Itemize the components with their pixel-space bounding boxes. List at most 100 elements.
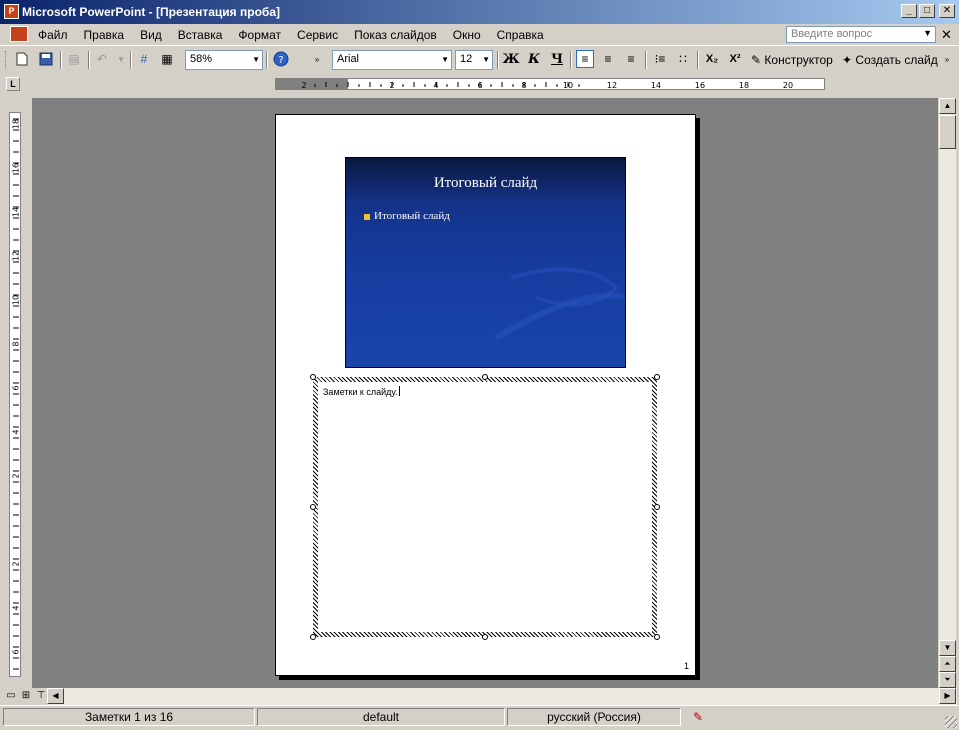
new-file-icon[interactable] — [13, 50, 31, 68]
notes-placeholder[interactable]: Заметки к слайду. — [313, 377, 657, 637]
notes-text[interactable]: Заметки к слайду. — [323, 386, 400, 397]
new-slide-button[interactable]: ✦ Создать слайд — [842, 50, 938, 70]
normal-view-icon[interactable]: ▭ — [3, 689, 19, 703]
resize-handle[interactable] — [654, 504, 660, 510]
slide-thumbnail[interactable]: Итоговый слайд Итоговый слайд — [345, 157, 626, 368]
help-icon[interactable]: ? — [272, 50, 290, 68]
toolbar-gripper[interactable] — [5, 51, 9, 69]
scroll-thumb[interactable] — [939, 115, 956, 149]
ruler-label: 12 — [607, 81, 617, 89]
language-indicator: русский (Россия) — [507, 708, 681, 726]
slide-sorter-icon[interactable]: ⊞ — [18, 689, 34, 703]
ruler-label: 14 — [651, 81, 661, 89]
chevron-down-icon[interactable]: ▼ — [252, 55, 260, 64]
scroll-down-button[interactable]: ▼ — [939, 640, 956, 656]
minimize-button[interactable]: _ — [901, 4, 917, 18]
resize-handle[interactable] — [482, 634, 488, 640]
close-document-icon[interactable]: ✕ — [941, 27, 952, 43]
toolbar-options-icon[interactable]: » — [311, 50, 323, 68]
powerpoint-icon[interactable]: P — [4, 4, 19, 19]
bullet-list-icon[interactable]: ∷ — [674, 50, 692, 68]
maximize-button[interactable]: □ — [919, 4, 935, 18]
ruler-label: 4 — [12, 605, 21, 610]
menu-insert[interactable]: Вставка — [178, 28, 223, 42]
font-select[interactable]: Arial ▼ — [332, 50, 452, 70]
save-icon[interactable] — [37, 50, 55, 68]
ruler-label: 16 — [12, 163, 21, 173]
grid-icon[interactable]: # — [135, 50, 153, 68]
ruler-label: 12 — [12, 251, 21, 261]
resize-handle[interactable] — [310, 504, 316, 510]
align-center-icon[interactable]: ≡ — [599, 50, 617, 68]
undo-icon[interactable]: ↶ — [93, 50, 111, 68]
menu-view[interactable]: Вид — [140, 28, 162, 42]
ruler-label: 18 — [12, 119, 21, 129]
undo-dropdown-icon[interactable]: ▼ — [112, 50, 130, 68]
menu-slideshow[interactable]: Показ слайдов — [354, 28, 437, 42]
ruler-label: 14 — [12, 207, 21, 217]
spellcheck-icon[interactable]: ✎ — [693, 710, 713, 724]
scroll-right-button[interactable]: ▶ — [939, 688, 956, 704]
ruler-label: 6 — [12, 649, 21, 654]
tab-selector[interactable]: L — [6, 77, 20, 91]
expand-icon[interactable]: ▦ — [158, 50, 176, 68]
copy-icon[interactable]: ▤ — [65, 50, 83, 68]
toolbar-options-icon[interactable]: » — [941, 50, 953, 68]
bold-button[interactable]: Ж — [502, 50, 520, 68]
menu-help[interactable]: Справка — [497, 28, 544, 42]
resize-handle[interactable] — [310, 374, 316, 380]
previous-slide-button[interactable]: ⏶ — [939, 656, 956, 672]
ruler-ticks: 18 16 14 12 10 8 6 4 2 2 4 6 — [12, 118, 21, 670]
scroll-left-button[interactable]: ◀ — [47, 688, 64, 704]
ruler-label: 16 — [695, 81, 705, 89]
close-button[interactable]: ✕ — [939, 4, 955, 18]
chevron-down-icon[interactable]: ▼ — [923, 28, 932, 38]
vertical-scrollbar[interactable]: ▲ ▼ ⏶ ⏷ — [939, 98, 956, 688]
design-button[interactable]: ✎ Конструктор — [751, 50, 833, 70]
zoom-value: 58% — [190, 53, 213, 65]
title-bar: P Microsoft PowerPoint - [Презентация пр… — [0, 0, 959, 24]
menu-bar: Файл Правка Вид Вставка Формат Сервис По… — [0, 24, 959, 45]
resize-grip[interactable] — [945, 716, 957, 728]
font-size-value: 12 — [460, 53, 473, 65]
font-size-select[interactable]: 12 ▼ — [455, 50, 493, 70]
italic-button[interactable]: К — [525, 50, 543, 68]
resize-handle[interactable] — [482, 374, 488, 380]
next-slide-button[interactable]: ⏷ — [939, 672, 956, 688]
align-left-icon[interactable]: ≡ — [576, 50, 594, 68]
view-bar: ▭ ⊞ ⊤ ◀ ▶ — [0, 688, 959, 705]
underline-button[interactable]: Ч — [548, 50, 566, 68]
menu-file[interactable]: Файл — [38, 28, 68, 42]
resize-handle[interactable] — [654, 634, 660, 640]
menu-format[interactable]: Формат — [238, 28, 281, 42]
resize-handle[interactable] — [310, 634, 316, 640]
ruler-label: 20 — [783, 81, 793, 89]
numbered-list-icon[interactable]: ⁝≡ — [651, 50, 669, 68]
superscript-icon[interactable]: X² — [726, 50, 744, 68]
resize-handle[interactable] — [654, 374, 660, 380]
help-search-input[interactable]: Введите вопрос ▼ — [786, 26, 936, 43]
horizontal-scrollbar[interactable]: ◀ ▶ — [47, 688, 957, 705]
document-icon[interactable] — [10, 26, 28, 42]
ruler-label: 2 — [389, 81, 394, 89]
horizontal-ruler[interactable]: 2 2 4 6 8 10 12 14 16 18 20 — [275, 78, 825, 90]
scroll-up-button[interactable]: ▲ — [939, 98, 956, 114]
status-bar: Заметки 1 из 16 default русский (Россия)… — [0, 705, 959, 730]
ruler-label: 18 — [739, 81, 749, 89]
notes-text-content: Заметки к слайду. — [323, 387, 398, 397]
toolbar: ▤ ↶ ▼ # ▦ 58% ▼ ? » Arial ▼ 12 ▼ Ж К Ч ≡… — [0, 45, 959, 75]
menu-edit[interactable]: Правка — [84, 28, 125, 42]
new-slide-label: Создать слайд — [855, 53, 938, 67]
vertical-ruler[interactable]: 18 16 14 12 10 8 6 4 2 2 4 6 — [9, 112, 21, 677]
chevron-down-icon[interactable]: ▼ — [441, 55, 449, 64]
zoom-select[interactable]: 58% ▼ — [185, 50, 263, 70]
help-search-placeholder: Введите вопрос — [791, 28, 873, 40]
page-number: 1 — [684, 661, 690, 671]
menu-window[interactable]: Окно — [453, 28, 481, 42]
menu-tools[interactable]: Сервис — [297, 28, 338, 42]
chevron-down-icon[interactable]: ▼ — [482, 55, 490, 64]
ruler-label: 4 — [12, 429, 21, 434]
subscript-icon[interactable]: X₂ — [703, 50, 721, 68]
window-title: Microsoft PowerPoint - [Презентация проб… — [22, 5, 280, 19]
align-right-icon[interactable]: ≡ — [622, 50, 640, 68]
